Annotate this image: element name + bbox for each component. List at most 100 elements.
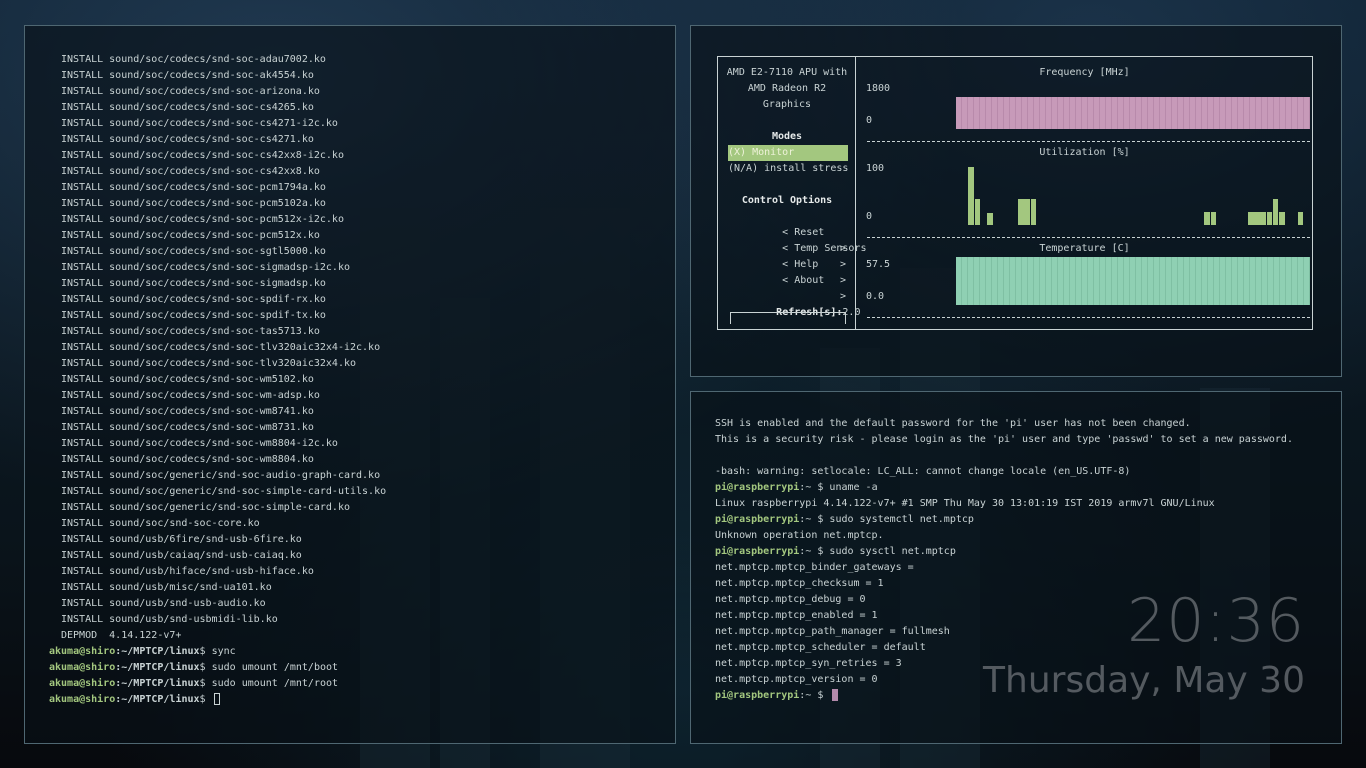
install-log-text: INSTALL sound/soc/codecs/snd-soc-sgtl500…: [61, 246, 326, 257]
prompt-symbol: :~ $: [799, 546, 824, 557]
mode-install-stress-option[interactable]: (N/A) install stress: [728, 161, 848, 177]
terminal-line: INSTALL sound/soc/codecs/snd-soc-sgtl500…: [49, 244, 386, 260]
utilization-min-label: 0: [866, 211, 873, 222]
terminal-line: INSTALL sound/soc/codecs/snd-soc-spdif-t…: [49, 308, 386, 324]
utilization-bar: [1297, 212, 1304, 225]
terminal-line: INSTALL sound/soc/generic/snd-soc-audio-…: [49, 468, 386, 484]
terminal-cursor[interactable]: [832, 689, 839, 701]
install-log-text: INSTALL sound/soc/codecs/snd-soc-wm8804.…: [61, 454, 314, 465]
graph-divider: [867, 237, 1310, 238]
modes-header: Modes: [771, 131, 803, 142]
control-sidebar: AMD E2-7110 APU with AMD Radeon R2 Graph…: [718, 57, 866, 329]
command-text: sync: [211, 646, 236, 657]
help-button[interactable]: < Help >: [734, 241, 846, 286]
terminal-cursor[interactable]: [213, 693, 220, 705]
terminal-line: INSTALL sound/soc/codecs/snd-soc-tas5713…: [49, 324, 386, 340]
terminal-line: INSTALL sound/soc/codecs/snd-soc-wm5102.…: [49, 372, 386, 388]
refresh-setting[interactable]: Refresh[s]:2.0: [728, 289, 860, 318]
temperature-min-label: 0.0: [866, 291, 885, 302]
utilization-bar: [1018, 199, 1024, 225]
command-text: sudo umount /mnt/boot: [211, 662, 339, 673]
install-log-text: INSTALL sound/soc/codecs/snd-soc-wm8731.…: [61, 422, 314, 433]
terminal-line: INSTALL sound/soc/codecs/snd-soc-cs42xx8…: [49, 164, 386, 180]
prompt-symbol: $: [199, 646, 206, 657]
install-log-text: INSTALL sound/soc/codecs/snd-soc-wm-adsp…: [61, 390, 320, 401]
terminal-line: INSTALL sound/usb/caiaq/snd-usb-caiaq.ko: [49, 548, 386, 564]
cpu-name-line: AMD Radeon R2: [747, 83, 827, 94]
stui-frame: AMD E2-7110 APU with AMD Radeon R2 Graph…: [717, 56, 1313, 330]
terminal-line: INSTALL sound/soc/codecs/snd-soc-ak4554.…: [49, 68, 386, 84]
utilization-bar: [1204, 212, 1211, 225]
temp-sensors-button[interactable]: < Temp Sensors >: [734, 225, 866, 270]
utilization-bar: [1210, 212, 1217, 225]
terminal-line: DEPMOD 4.14.122-v7+: [49, 628, 386, 644]
install-log-text: INSTALL sound/usb/hiface/snd-usb-hiface.…: [61, 566, 314, 577]
install-log-text: INSTALL sound/soc/codecs/snd-soc-sigmads…: [61, 262, 350, 273]
graph-divider: [867, 317, 1310, 318]
utilization-bar: [1260, 212, 1267, 225]
terminal-line: INSTALL sound/usb/misc/snd-ua101.ko: [49, 580, 386, 596]
terminal-line: Unknown operation net.mptcp.: [715, 530, 884, 541]
install-log-text: INSTALL sound/soc/codecs/snd-soc-tlv320a…: [61, 358, 357, 369]
install-log-text: INSTALL sound/soc/generic/snd-soc-audio-…: [61, 470, 381, 481]
terminal-line: INSTALL sound/usb/6fire/snd-usb-6fire.ko: [49, 532, 386, 548]
terminal-line: INSTALL sound/soc/codecs/snd-soc-wm8741.…: [49, 404, 386, 420]
install-log-text: INSTALL sound/soc/codecs/snd-soc-arizona…: [61, 86, 320, 97]
install-log-text: INSTALL sound/soc/codecs/snd-soc-tlv320a…: [61, 342, 381, 353]
install-log-text: INSTALL sound/soc/codecs/snd-soc-cs4265.…: [61, 102, 314, 113]
install-log-text: INSTALL sound/soc/codecs/snd-soc-pcm512x…: [61, 230, 320, 241]
terminal-window-ssh[interactable]: SSH is enabled and the default password …: [690, 391, 1342, 744]
utilization-bar: [1024, 199, 1031, 225]
terminal-line: INSTALL sound/soc/snd-soc-core.ko: [49, 516, 386, 532]
prompt-path: :~/MPTCP/linux: [115, 678, 200, 689]
prompt-user: akuma@shiro: [49, 662, 116, 673]
prompt-path: :~/MPTCP/linux: [115, 694, 200, 705]
install-log-text: INSTALL sound/soc/codecs/snd-soc-cs42xx8…: [61, 150, 344, 161]
utilization-bar: [1278, 212, 1285, 225]
terminal-line: net.mptcp.mptcp_binder_gateways =: [715, 562, 914, 573]
stress-monitor-window[interactable]: AMD E2-7110 APU with AMD Radeon R2 Graph…: [690, 25, 1342, 377]
terminal-line: INSTALL sound/soc/codecs/snd-soc-arizona…: [49, 84, 386, 100]
terminal-line: INSTALL sound/soc/codecs/snd-soc-sigmads…: [49, 276, 386, 292]
ssh-prompt-line: pi@raspberrypi:~ $ uname -a: [715, 480, 1293, 496]
prompt-path: :~/MPTCP/linux: [115, 646, 200, 657]
install-log-text: DEPMOD 4.14.122-v7+: [61, 630, 182, 641]
graph-divider: [867, 141, 1310, 142]
control-options-header: Control Options: [741, 195, 833, 206]
install-log-text: INSTALL sound/usb/snd-usb-audio.ko: [61, 598, 266, 609]
frequency-graph-title: Frequency [MHz]: [1039, 67, 1130, 78]
ssh-prompt-line: pi@raspberrypi:~ $ sudo systemctl net.mp…: [715, 512, 1293, 528]
mode-monitor-option[interactable]: (X) Monitor: [728, 145, 848, 161]
terminal-line: INSTALL sound/soc/codecs/snd-soc-wm-adsp…: [49, 388, 386, 404]
install-log-text: INSTALL sound/usb/misc/snd-ua101.ko: [61, 582, 272, 593]
utilization-bar: [1272, 199, 1279, 225]
install-log-text: INSTALL sound/soc/codecs/snd-soc-sigmads…: [61, 278, 326, 289]
install-log-text: INSTALL sound/soc/codecs/snd-soc-wm8804-…: [61, 438, 338, 449]
terminal-line: SSH is enabled and the default password …: [715, 418, 1191, 429]
install-log-text: INSTALL sound/soc/codecs/snd-soc-cs4271.…: [61, 134, 314, 145]
prompt-symbol: :~ $: [799, 482, 824, 493]
terminal-prompt-line[interactable]: akuma@shiro:~/MPTCP/linux$: [49, 692, 386, 708]
utilization-bar: [1247, 212, 1254, 225]
prompt-user: pi@raspberrypi: [715, 514, 800, 525]
utilization-bar: [1266, 212, 1273, 225]
prompt-user: akuma@shiro: [49, 678, 116, 689]
terminal-line: INSTALL sound/soc/codecs/snd-soc-adau700…: [49, 52, 386, 68]
temperature-graph-title: Temperature [C]: [1039, 243, 1130, 254]
about-button[interactable]: < About >: [734, 257, 846, 302]
utilization-graph-title: Utilization [%]: [1039, 147, 1130, 158]
terminal-line: INSTALL sound/soc/generic/snd-soc-simple…: [49, 500, 386, 516]
install-log-text: INSTALL sound/soc/codecs/snd-soc-spdif-t…: [61, 310, 326, 321]
terminal-line: INSTALL sound/usb/hiface/snd-usb-hiface.…: [49, 564, 386, 580]
utilization-bar: [968, 167, 975, 225]
terminal-prompt-line: akuma@shiro:~/MPTCP/linux$ sudo umount /…: [49, 676, 386, 692]
terminal-line: INSTALL sound/usb/snd-usb-audio.ko: [49, 596, 386, 612]
terminal-line: INSTALL sound/soc/codecs/snd-soc-pcm5102…: [49, 196, 386, 212]
install-log-text: INSTALL sound/usb/snd-usbmidi-lib.ko: [61, 614, 278, 625]
install-log-text: INSTALL sound/soc/codecs/snd-soc-pcm1794…: [61, 182, 326, 193]
terminal-prompt-line: akuma@shiro:~/MPTCP/linux$ sudo umount /…: [49, 660, 386, 676]
install-log-text: INSTALL sound/soc/codecs/snd-soc-pcm5102…: [61, 198, 326, 209]
refresh-input-box[interactable]: [730, 312, 846, 324]
reset-button[interactable]: < Reset >: [734, 209, 846, 254]
terminal-window-build[interactable]: INSTALL sound/soc/codecs/snd-soc-adau700…: [24, 25, 676, 744]
